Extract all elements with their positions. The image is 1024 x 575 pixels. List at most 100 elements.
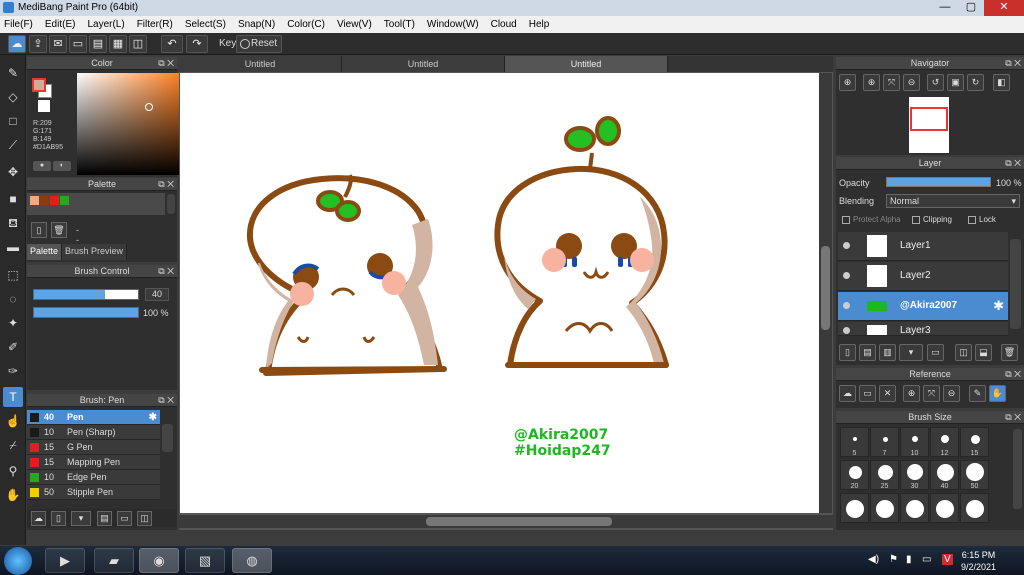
palette-swatch[interactable] xyxy=(40,196,49,205)
transparent-color-swatch[interactable] xyxy=(38,100,50,112)
medibang-taskbar-icon[interactable]: ◍ xyxy=(232,548,272,573)
menu-cloud[interactable]: Cloud xyxy=(491,19,517,30)
open-reference-icon[interactable]: ▭ xyxy=(859,385,876,402)
saturation-value-picker[interactable] xyxy=(77,73,185,175)
panel-close-icon[interactable]: ⧉ ✕ xyxy=(158,57,174,70)
cloud-icon[interactable]: ☁ xyxy=(8,35,26,53)
menu-snap[interactable]: Snap(N) xyxy=(238,19,275,30)
menu-select[interactable]: Select(S) xyxy=(185,19,226,30)
maximize-button[interactable]: ▢ xyxy=(958,0,984,16)
brush-settings-icon[interactable]: ▤ xyxy=(97,511,112,526)
brush-tool-icon[interactable]: ✎ xyxy=(3,63,23,83)
lock-option[interactable]: Lock xyxy=(968,215,996,224)
menu-view[interactable]: View(V) xyxy=(337,19,372,30)
panel-close-icon[interactable]: ⧉ ✕ xyxy=(1005,57,1021,70)
paint-app-icon[interactable]: ▧ xyxy=(185,548,225,573)
rotate-left-icon[interactable]: ↺ xyxy=(927,74,944,91)
eyedropper-tool-icon[interactable]: ⚲ xyxy=(3,461,23,481)
brush-size-option[interactable]: 50 xyxy=(960,460,989,490)
clipping-checkbox[interactable] xyxy=(912,215,920,224)
antivirus-icon[interactable]: V xyxy=(942,554,953,565)
layer-row-akira2007[interactable]: @Akira2007 ✱ xyxy=(838,292,1008,321)
brush-size-option[interactable]: 40 xyxy=(930,460,959,490)
protect-alpha-checkbox[interactable] xyxy=(842,215,850,224)
share-icon[interactable]: ⇪ xyxy=(29,35,47,53)
zoom-out-icon[interactable]: ⊖ xyxy=(943,385,960,402)
new-halftone-layer-icon[interactable]: ▤ xyxy=(859,344,876,361)
close-button[interactable]: ✕ xyxy=(984,0,1024,16)
folder-icon[interactable]: ▭ xyxy=(117,511,132,526)
blending-select[interactable]: Normal ▾ xyxy=(886,194,1020,208)
tab-untitled-1[interactable]: Untitled xyxy=(179,56,342,72)
brush-size-option[interactable] xyxy=(870,493,899,523)
undo-icon[interactable]: ↶ xyxy=(161,35,183,53)
system-clock[interactable]: 6:15 PM 9/2/2021 xyxy=(961,549,996,573)
visibility-eye-icon[interactable] xyxy=(843,302,850,309)
fill-rect-tool-icon[interactable]: ■ xyxy=(3,189,23,209)
brush-item-g-pen[interactable]: 15 G Pen xyxy=(27,440,160,455)
panel-close-icon[interactable]: ⧉ ✕ xyxy=(158,394,174,407)
volume-icon[interactable]: ◀) xyxy=(868,554,879,565)
menu-filter[interactable]: Filter(R) xyxy=(137,19,173,30)
flag-icon[interactable]: ⚑ xyxy=(889,554,898,565)
zoom-in-icon[interactable]: ⊕ xyxy=(903,385,920,402)
zoom-out-icon[interactable]: ⊖ xyxy=(903,74,920,91)
file-explorer-icon[interactable]: ▰ xyxy=(94,548,134,573)
cloud-reference-icon[interactable]: ☁ xyxy=(839,385,856,402)
tab-untitled-2[interactable]: Untitled xyxy=(342,56,505,72)
media-player-icon[interactable]: ▶ xyxy=(45,548,85,573)
document-icon[interactable]: ▤ xyxy=(89,35,107,53)
brush-list-scrollbar[interactable] xyxy=(162,424,173,452)
navigator-view-rect[interactable] xyxy=(910,107,948,131)
brush-item-pen[interactable]: 40 Pen ✱ xyxy=(27,410,160,425)
hand-tool-icon[interactable]: ✋ xyxy=(3,485,23,505)
panel-close-icon[interactable]: ⧉ ✕ xyxy=(1005,411,1021,424)
gear-icon[interactable]: ✱ xyxy=(149,410,157,425)
add-layer-dropdown-icon[interactable]: ▾ xyxy=(899,344,923,361)
cloud-brush-icon[interactable]: ☁ xyxy=(31,511,46,526)
fit-icon[interactable]: ⤧ xyxy=(923,385,940,402)
brush-size-option[interactable]: 12 xyxy=(930,427,959,457)
folder-icon[interactable]: ▭ xyxy=(927,344,944,361)
brush-size-option[interactable]: 10 xyxy=(900,427,929,457)
brush-size-option[interactable]: 20 xyxy=(840,460,869,490)
speech-bubble-icon[interactable]: ▭ xyxy=(69,35,87,53)
gear-icon[interactable]: ✱ xyxy=(993,298,1004,314)
brush-opacity-slider[interactable] xyxy=(33,307,139,318)
palette-scrollbar[interactable] xyxy=(167,194,175,214)
layer-row-layer3[interactable]: Layer3 xyxy=(838,322,1008,336)
clipping-option[interactable]: Clipping xyxy=(912,215,952,224)
tab-brush-preview[interactable]: Brush Preview xyxy=(62,244,128,260)
canvas-vertical-scrollbar[interactable] xyxy=(819,73,832,513)
canvas-hscroll-thumb[interactable] xyxy=(426,517,612,526)
tab-untitled-3[interactable]: Untitled xyxy=(505,56,668,72)
brush-item-stipple-pen[interactable]: 50 Stipple Pen xyxy=(27,485,160,500)
brush-size-option[interactable]: 15 xyxy=(960,427,989,457)
canvas-vscroll-thumb[interactable] xyxy=(821,246,830,330)
menu-tool[interactable]: Tool(T) xyxy=(384,19,415,30)
lasso-tool-icon[interactable]: ◌ xyxy=(3,289,23,309)
palette-swatch[interactable] xyxy=(60,196,69,205)
menu-help[interactable]: Help xyxy=(529,19,550,30)
canvas-horizontal-scrollbar[interactable] xyxy=(179,515,833,528)
brush-item-edge-pen[interactable]: 10 Edge Pen xyxy=(27,470,160,485)
palette-swatch[interactable] xyxy=(30,196,39,205)
duplicate-brush-icon[interactable]: ◫ xyxy=(137,511,152,526)
new-palette-icon[interactable]: ▯ xyxy=(31,222,47,238)
duplicate-layer-icon[interactable]: ◫ xyxy=(955,344,972,361)
layer-list-scrollbar[interactable] xyxy=(1010,239,1021,329)
battery-icon[interactable]: ▭ xyxy=(922,554,931,565)
panel-close-icon[interactable]: ⧉ ✕ xyxy=(1005,368,1021,381)
delete-palette-icon[interactable]: 🗑 xyxy=(51,222,67,238)
gradient-tool-icon[interactable]: ▬ xyxy=(3,237,23,257)
brush-size-option[interactable] xyxy=(840,493,869,523)
menu-window[interactable]: Window(W) xyxy=(427,19,479,30)
dot-tool-icon[interactable]: ⟋ xyxy=(3,135,23,155)
merge-layer-icon[interactable]: ⬓ xyxy=(975,344,992,361)
chrome-icon[interactable]: ◉ xyxy=(139,548,179,573)
rectangle-tool-icon[interactable]: □ xyxy=(3,111,23,131)
panels-icon[interactable]: ◫ xyxy=(129,35,147,53)
brush-size-option[interactable] xyxy=(900,493,929,523)
zoom-in-icon[interactable]: ⊕ xyxy=(839,74,856,91)
brush-size-option[interactable]: 25 xyxy=(870,460,899,490)
